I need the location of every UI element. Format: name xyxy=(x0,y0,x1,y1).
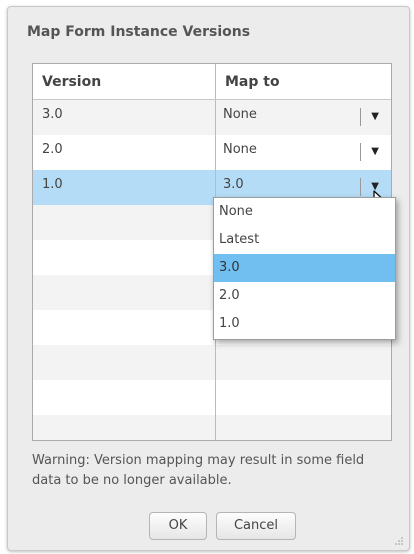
resize-grip-icon[interactable] xyxy=(395,537,403,545)
version-cell: 2.0 xyxy=(33,135,216,170)
column-header-map-to[interactable]: Map to xyxy=(216,64,391,99)
map-to-value: 3.0 xyxy=(223,177,244,192)
table-row-empty xyxy=(33,345,391,380)
dropdown-option-3-0[interactable]: 3.0 xyxy=(214,254,395,282)
map-to-value: None xyxy=(223,142,257,157)
select-divider xyxy=(360,143,361,161)
dropdown-option-latest[interactable]: Latest xyxy=(214,226,395,254)
dropdown-option-2-0[interactable]: 2.0 xyxy=(214,282,395,310)
version-cell: 1.0 xyxy=(33,170,216,205)
table-header: Version Map to xyxy=(33,64,391,100)
ok-button[interactable]: OK xyxy=(149,512,207,540)
chevron-down-icon[interactable]: ▼ xyxy=(371,111,379,122)
select-divider xyxy=(360,178,361,196)
dropdown-option-1-0[interactable]: 1.0 xyxy=(214,310,395,338)
table-row-empty xyxy=(33,380,391,415)
table-row[interactable]: 3.0 None ▼ xyxy=(33,100,391,135)
select-divider xyxy=(360,108,361,126)
map-to-value: None xyxy=(223,107,257,122)
cancel-button[interactable]: Cancel xyxy=(216,512,296,540)
map-to-select[interactable]: None ▼ xyxy=(216,135,391,170)
dialog-title: Map Form Instance Versions xyxy=(27,24,251,40)
table-row-empty xyxy=(33,415,391,440)
column-header-version[interactable]: Version xyxy=(33,64,216,99)
warning-message: Warning: Version mapping may result in s… xyxy=(32,453,365,488)
dropdown-option-none[interactable]: None xyxy=(214,198,395,226)
table-row[interactable]: 2.0 None ▼ xyxy=(33,135,391,170)
map-to-dropdown-list: None Latest 3.0 2.0 1.0 xyxy=(213,197,396,340)
map-to-select[interactable]: None ▼ xyxy=(216,100,391,135)
version-cell: 3.0 xyxy=(33,100,216,135)
chevron-down-icon[interactable]: ▼ xyxy=(371,146,379,157)
